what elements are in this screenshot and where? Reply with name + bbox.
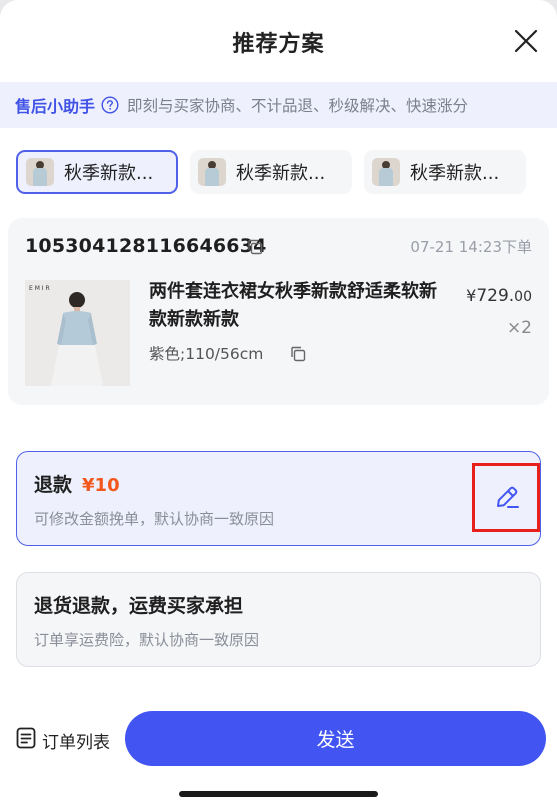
refund-option[interactable]: 退款 ¥10 可修改金额挽单，默认协商一致原因 [16,451,541,546]
copy-order-number-icon[interactable] [246,238,264,256]
product-tab-label: 秋季新款... [64,163,154,184]
price-symbol: ¥ [466,286,477,305]
order-number: 105304128116646634 [25,235,267,257]
helper-description: 即刻与买家协商、不计品退、秒级解决、快速涨分 [127,97,469,115]
product-tab-3[interactable]: 秋季新款... [364,150,526,194]
product-tab-label: 秋季新款... [410,163,500,184]
helper-title: 售后小助手 [15,97,96,116]
order-time: 07-21 14:23下单 [410,238,532,256]
product-tab-label: 秋季新款... [236,163,326,184]
home-indicator [179,791,378,797]
product-quantity: ×2 [506,318,532,338]
send-button[interactable]: 发送 [125,711,546,766]
order-card: 105304128116646634 07-21 14:23下单 E M I R… [8,218,549,405]
product-sku-text: 紫色;110/56cm [149,345,264,363]
return-refund-option-subtitle: 订单享运费险，默认协商一致原因 [34,631,260,649]
order-list-label: 订单列表 [42,733,110,753]
product-price: ¥729.00 [466,286,532,306]
recommend-plan-sheet: 推荐方案 售后小助手 即刻与买家协商、不计品退、秒级解决、快速涨分 秋季新款..… [0,0,557,809]
price-integer: 729. [476,286,515,306]
product-tab-2[interactable]: 秋季新款... [190,150,352,194]
product-thumbnail [198,158,226,186]
product-thumbnail [372,158,400,186]
product-tabs: 秋季新款... 秋季新款... 秋季新款... [16,150,526,194]
product-sku: 紫色;110/56cm [149,342,263,364]
return-refund-option-title: 退货退款，运费买家承担 [34,595,244,617]
product-name: 两件套连衣裙女秋季新款舒适柔软新款新款新款 [149,281,437,330]
after-sales-helper-banner: 售后小助手 即刻与买家协商、不计品退、秒级解决、快速涨分 [0,82,557,128]
product-image: E M I R [25,280,130,386]
refund-option-label: 退款 [34,474,73,496]
refund-option-title: 退款 ¥10 [34,470,120,497]
sheet-header: 推荐方案 [0,0,557,82]
product-thumbnail [26,158,54,186]
question-circle-icon[interactable] [101,96,119,114]
svg-text:E M I R: E M I R [29,285,50,292]
refund-amount: ¥10 [82,475,120,496]
copy-sku-icon[interactable] [289,345,307,363]
product-tab-1[interactable]: 秋季新款... [16,150,178,194]
list-icon [16,727,36,754]
edit-refund-amount-button[interactable] [472,463,540,532]
refund-option-subtitle: 可修改金额挽单，默认协商一致原因 [34,510,275,528]
sheet-title: 推荐方案 [232,32,325,57]
price-decimal: 00 [514,289,532,305]
order-list-link[interactable]: 订单列表 [16,727,110,754]
return-refund-option[interactable]: 退货退款，运费买家承担 订单享运费险，默认协商一致原因 [16,572,541,667]
bottom-action-bar: 订单列表 发送 [0,709,557,769]
close-icon[interactable] [511,26,541,56]
